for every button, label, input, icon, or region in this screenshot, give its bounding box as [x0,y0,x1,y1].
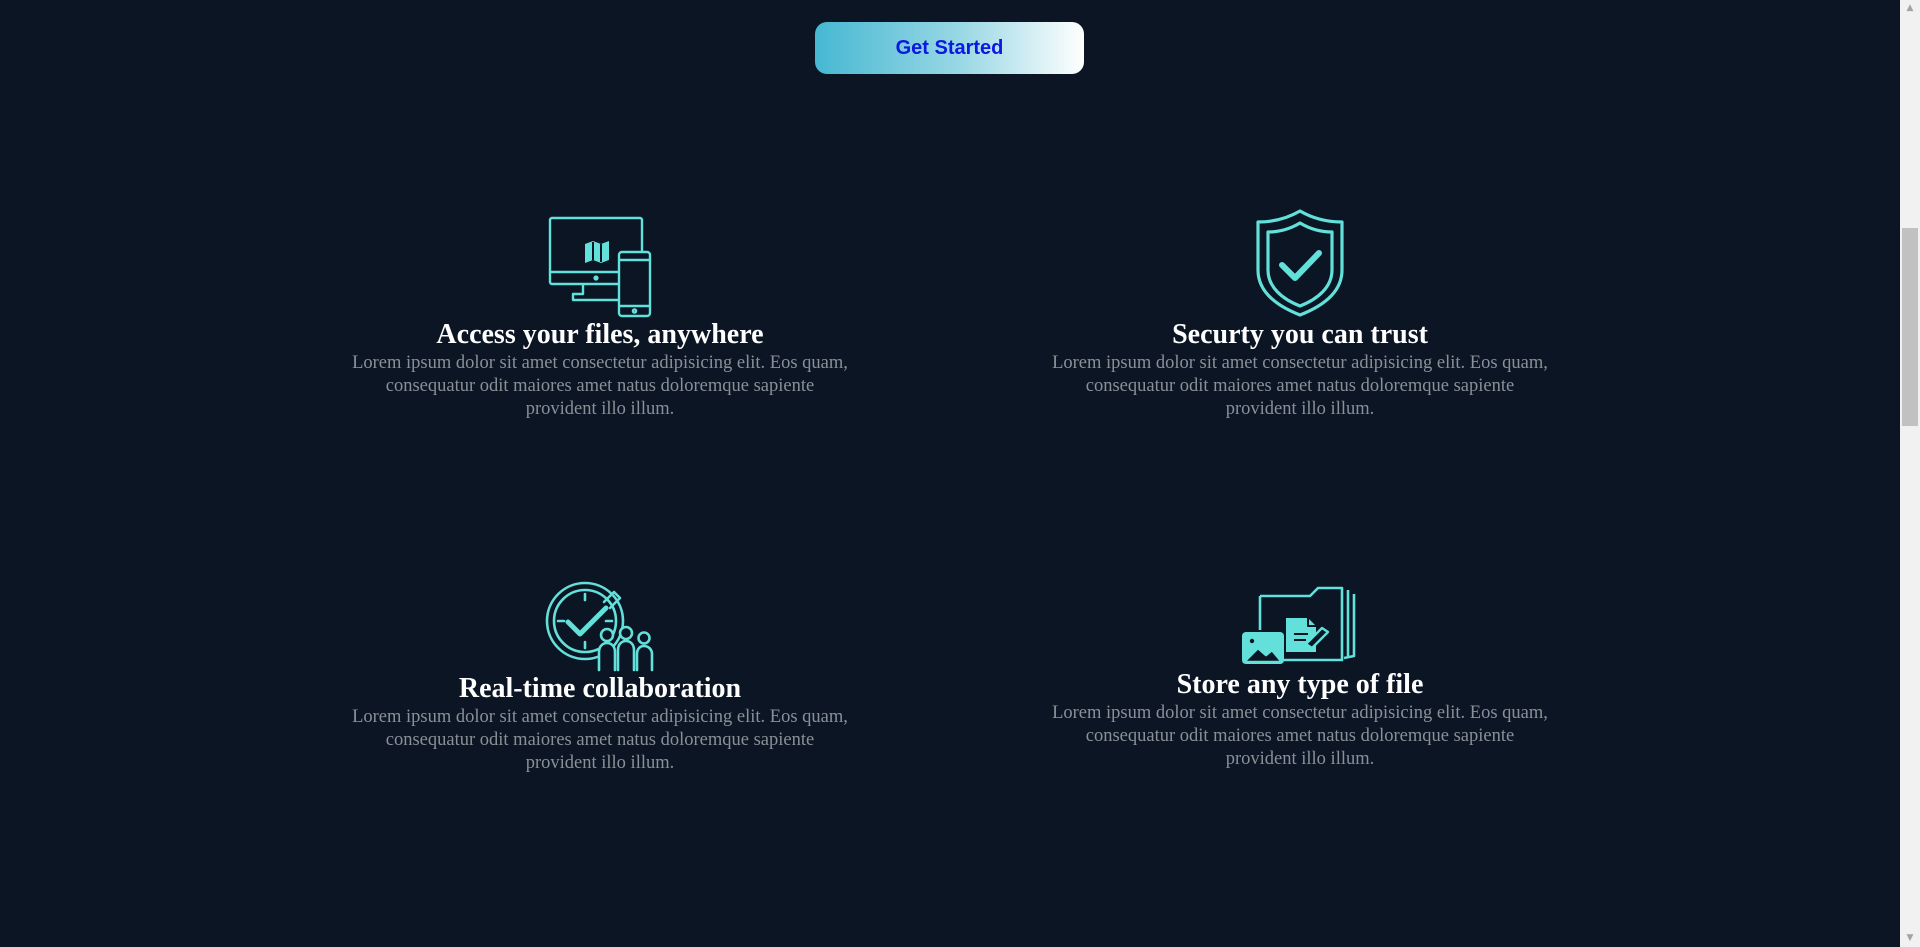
feature-description: Lorem ipsum dolor sit amet consectetur a… [1052,353,1548,419]
feature-title: Real-time collaboration [458,673,742,704]
page: Get Started Access your files, anywhere … [0,0,1920,947]
vertical-scrollbar[interactable]: ▲ ▼ [1900,0,1920,947]
feature-title: Store any type of file [1176,669,1424,700]
feature-description: Lorem ipsum dolor sit amet consectetur a… [352,353,848,419]
folder-files-icon [1242,586,1356,664]
shield-check-icon [1256,209,1344,317]
feature-file-types: Store any type of file Lorem ipsum dolor… [1030,584,1570,771]
feature-title: Securty you can trust [1172,319,1428,350]
feature-security: Securty you can trust Lorem ipsum dolor … [1030,208,1570,421]
get-started-button[interactable]: Get Started [815,22,1084,74]
feature-access-files: Access your files, anywhere Lorem ipsum … [330,212,870,421]
feature-description: Lorem ipsum dolor sit amet consectetur a… [1052,703,1548,769]
scrollbar-thumb[interactable] [1902,228,1918,426]
scroll-up-arrow-icon[interactable]: ▲ [1900,0,1920,17]
feature-description: Lorem ipsum dolor sit amet consectetur a… [352,707,848,773]
scroll-down-arrow-icon[interactable]: ▼ [1900,930,1920,947]
feature-title: Access your files, anywhere [436,319,764,350]
devices-map-icon [548,216,652,318]
feature-collaboration: Real-time collaboration Lorem ipsum dolo… [330,580,870,775]
clock-team-icon [545,581,654,672]
